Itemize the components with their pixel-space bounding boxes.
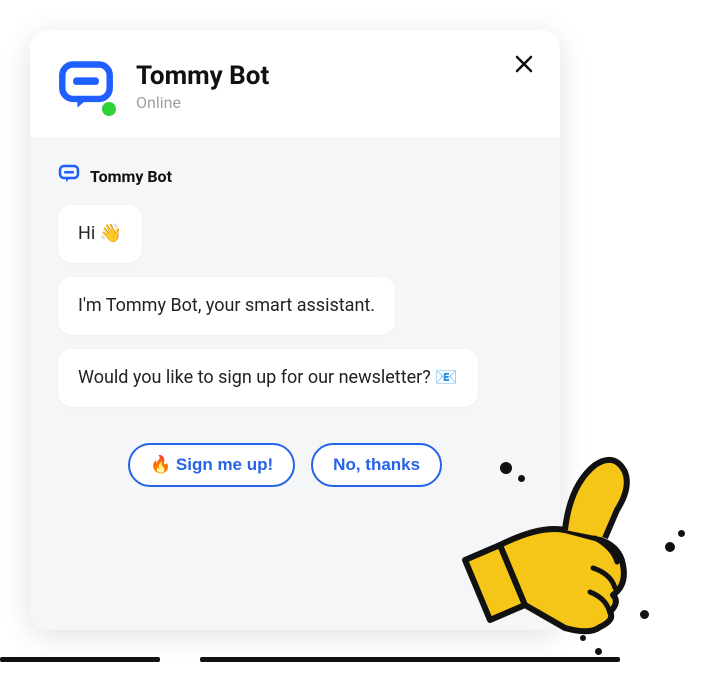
message-bubble: Hi 👋 [58,205,142,263]
chat-header: Tommy Bot Online [30,30,560,139]
close-button[interactable] [510,50,538,78]
decorative-dot [500,462,512,474]
chat-bubble-icon [58,163,80,189]
decorative-dot [640,610,649,619]
bot-status: Online [136,93,269,112]
bot-title: Tommy Bot [136,61,269,91]
sender-name: Tommy Bot [90,167,172,186]
decorative-dot [518,475,525,482]
online-status-dot [102,102,116,116]
decorative-dot [595,648,602,655]
signup-button[interactable]: 🔥 Sign me up! [128,443,295,487]
message-bubble: I'm Tommy Bot, your smart assistant. [58,277,395,335]
decline-button[interactable]: No, thanks [311,443,442,487]
decorative-dot [678,530,685,537]
thumbs-up-illustration [445,430,675,660]
bot-avatar [58,58,114,114]
decorative-dot [580,635,586,641]
header-text: Tommy Bot Online [136,61,269,112]
decorative-line [0,657,160,662]
decorative-dot [665,542,675,552]
sender-row: Tommy Bot [58,163,532,189]
message-bubble: Would you like to sign up for our newsle… [58,349,478,407]
close-icon [514,54,534,74]
